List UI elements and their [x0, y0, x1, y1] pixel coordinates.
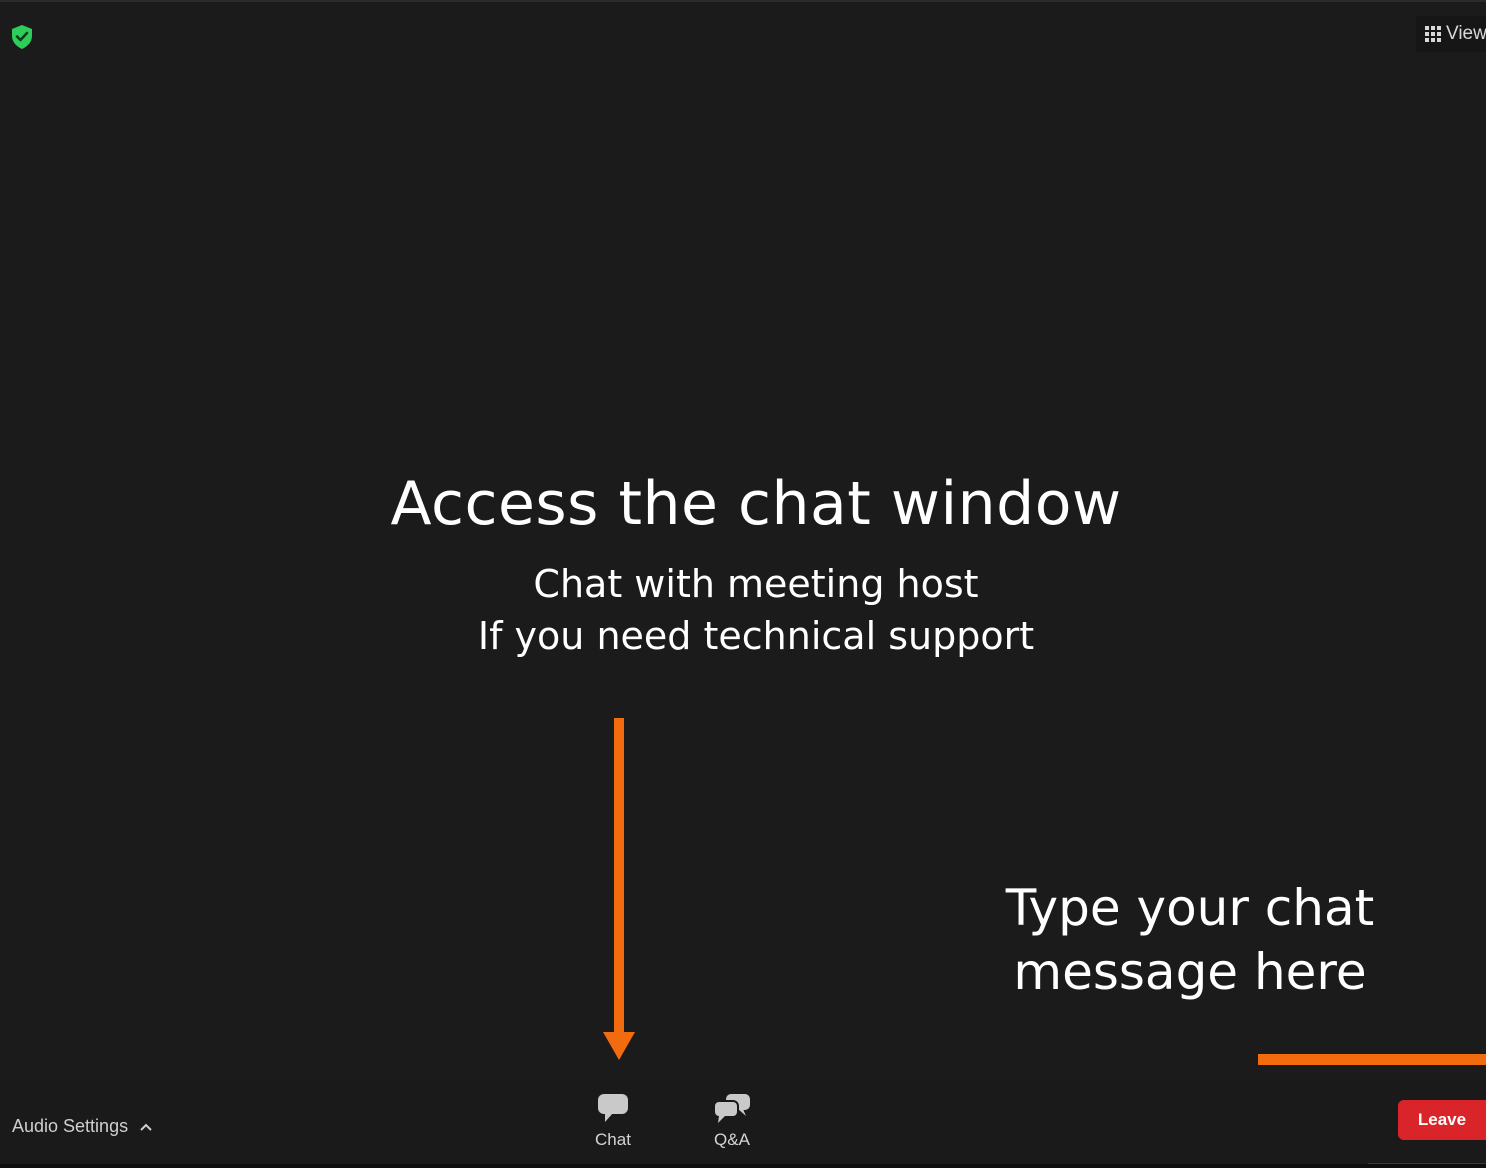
chevron-up-icon[interactable] [140, 1123, 152, 1131]
down-arrow-head-icon [603, 1032, 635, 1060]
qa-bubbles-icon [713, 1094, 750, 1123]
chat-message-callout: Type your chat message here [985, 876, 1395, 1004]
audio-settings-label: Audio Settings [12, 1116, 129, 1136]
audio-settings-button[interactable]: Audio Settings [12, 1116, 152, 1137]
instruction-line-1: Chat with meeting host [533, 562, 979, 606]
down-arrow-shaft [614, 718, 624, 1038]
meeting-window: View Access the chat window Chat with me… [0, 0, 1486, 1168]
view-label: View [1446, 23, 1486, 44]
instruction-headline: Access the chat window [390, 469, 1122, 539]
instruction-subtext: Chat with meeting host If you need techn… [0, 558, 1486, 662]
meeting-toolbar: Audio Settings Chat Q&A Leave [0, 1080, 1486, 1168]
callout-leader-line [1258, 1054, 1486, 1065]
qa-label: Q&A [714, 1130, 750, 1149]
shield-check-icon[interactable] [10, 24, 34, 50]
qa-button[interactable]: Q&A [692, 1092, 772, 1164]
view-button[interactable]: View [1416, 16, 1486, 52]
leave-button[interactable]: Leave [1398, 1100, 1486, 1140]
grid-icon [1425, 26, 1441, 42]
chat-bubble-icon [598, 1094, 628, 1122]
instruction-line-2: If you need technical support [477, 614, 1035, 658]
callout-line-1: Type your chat [1005, 879, 1375, 937]
chat-label: Chat [595, 1130, 631, 1149]
chat-button[interactable]: Chat [573, 1092, 653, 1164]
window-bottom-edge [0, 1164, 1486, 1168]
callout-line-2: message here [1013, 943, 1367, 1001]
